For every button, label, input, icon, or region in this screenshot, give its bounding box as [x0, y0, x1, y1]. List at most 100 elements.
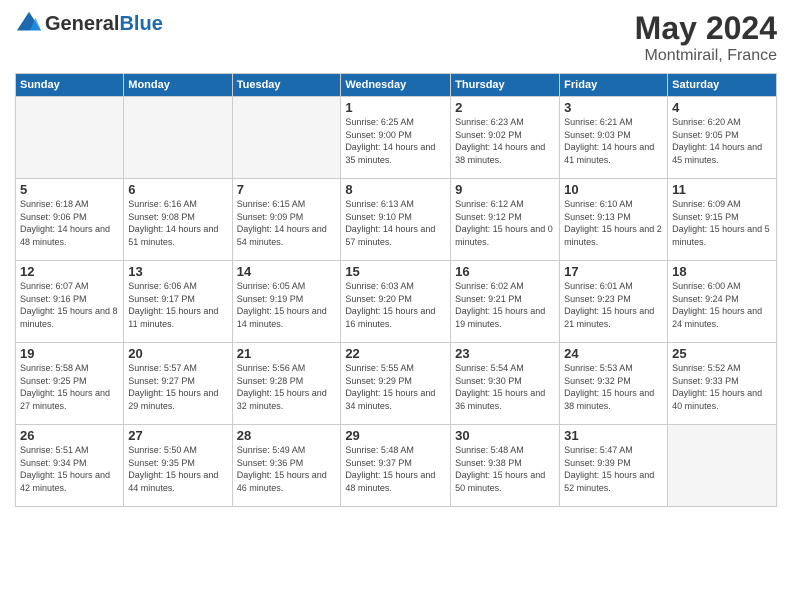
day-info: Sunrise: 6:05 AM Sunset: 9:19 PM Dayligh…: [237, 280, 337, 330]
day-info: Sunrise: 6:02 AM Sunset: 9:21 PM Dayligh…: [455, 280, 555, 330]
day-info: Sunrise: 6:03 AM Sunset: 9:20 PM Dayligh…: [345, 280, 446, 330]
day-number: 27: [128, 428, 227, 443]
calendar-cell: 16Sunrise: 6:02 AM Sunset: 9:21 PM Dayli…: [451, 261, 560, 343]
day-number: 20: [128, 346, 227, 361]
calendar-cell: 2Sunrise: 6:23 AM Sunset: 9:02 PM Daylig…: [451, 97, 560, 179]
logo-general: General: [45, 13, 119, 35]
day-info: Sunrise: 6:10 AM Sunset: 9:13 PM Dayligh…: [564, 198, 663, 248]
week-row-0: 1Sunrise: 6:25 AM Sunset: 9:00 PM Daylig…: [16, 97, 777, 179]
calendar-cell: 7Sunrise: 6:15 AM Sunset: 9:09 PM Daylig…: [232, 179, 341, 261]
calendar-cell: 14Sunrise: 6:05 AM Sunset: 9:19 PM Dayli…: [232, 261, 341, 343]
calendar-cell: 31Sunrise: 5:47 AM Sunset: 9:39 PM Dayli…: [560, 425, 668, 507]
calendar-cell: 4Sunrise: 6:20 AM Sunset: 9:05 PM Daylig…: [668, 97, 777, 179]
day-number: 23: [455, 346, 555, 361]
calendar-cell: 26Sunrise: 5:51 AM Sunset: 9:34 PM Dayli…: [16, 425, 124, 507]
calendar-cell: 10Sunrise: 6:10 AM Sunset: 9:13 PM Dayli…: [560, 179, 668, 261]
day-info: Sunrise: 6:16 AM Sunset: 9:08 PM Dayligh…: [128, 198, 227, 248]
calendar-cell: 3Sunrise: 6:21 AM Sunset: 9:03 PM Daylig…: [560, 97, 668, 179]
calendar-cell: 23Sunrise: 5:54 AM Sunset: 9:30 PM Dayli…: [451, 343, 560, 425]
day-info: Sunrise: 6:13 AM Sunset: 9:10 PM Dayligh…: [345, 198, 446, 248]
day-number: 4: [672, 100, 772, 115]
weekday-header-thursday: Thursday: [451, 74, 560, 97]
day-number: 8: [345, 182, 446, 197]
week-row-4: 26Sunrise: 5:51 AM Sunset: 9:34 PM Dayli…: [16, 425, 777, 507]
day-number: 30: [455, 428, 555, 443]
weekday-header-sunday: Sunday: [16, 74, 124, 97]
calendar-cell: 8Sunrise: 6:13 AM Sunset: 9:10 PM Daylig…: [341, 179, 451, 261]
weekday-header-wednesday: Wednesday: [341, 74, 451, 97]
day-number: 31: [564, 428, 663, 443]
day-info: Sunrise: 6:18 AM Sunset: 9:06 PM Dayligh…: [20, 198, 119, 248]
day-info: Sunrise: 5:51 AM Sunset: 9:34 PM Dayligh…: [20, 444, 119, 494]
calendar-cell: 30Sunrise: 5:48 AM Sunset: 9:38 PM Dayli…: [451, 425, 560, 507]
day-info: Sunrise: 5:47 AM Sunset: 9:39 PM Dayligh…: [564, 444, 663, 494]
day-number: 22: [345, 346, 446, 361]
calendar-cell: [124, 97, 232, 179]
calendar-cell: 12Sunrise: 6:07 AM Sunset: 9:16 PM Dayli…: [16, 261, 124, 343]
day-number: 28: [237, 428, 337, 443]
calendar-cell: 1Sunrise: 6:25 AM Sunset: 9:00 PM Daylig…: [341, 97, 451, 179]
day-info: Sunrise: 5:52 AM Sunset: 9:33 PM Dayligh…: [672, 362, 772, 412]
weekday-header-friday: Friday: [560, 74, 668, 97]
day-number: 10: [564, 182, 663, 197]
logo: GeneralBlue: [15, 10, 163, 38]
day-info: Sunrise: 6:06 AM Sunset: 9:17 PM Dayligh…: [128, 280, 227, 330]
calendar-cell: 9Sunrise: 6:12 AM Sunset: 9:12 PM Daylig…: [451, 179, 560, 261]
day-number: 17: [564, 264, 663, 279]
day-info: Sunrise: 6:25 AM Sunset: 9:00 PM Dayligh…: [345, 116, 446, 166]
day-number: 19: [20, 346, 119, 361]
calendar-cell: 27Sunrise: 5:50 AM Sunset: 9:35 PM Dayli…: [124, 425, 232, 507]
day-info: Sunrise: 6:23 AM Sunset: 9:02 PM Dayligh…: [455, 116, 555, 166]
calendar-cell: 20Sunrise: 5:57 AM Sunset: 9:27 PM Dayli…: [124, 343, 232, 425]
day-info: Sunrise: 6:01 AM Sunset: 9:23 PM Dayligh…: [564, 280, 663, 330]
day-number: 5: [20, 182, 119, 197]
header: GeneralBlue May 2024 Montmirail, France: [15, 10, 777, 65]
day-info: Sunrise: 5:57 AM Sunset: 9:27 PM Dayligh…: [128, 362, 227, 412]
week-row-2: 12Sunrise: 6:07 AM Sunset: 9:16 PM Dayli…: [16, 261, 777, 343]
day-number: 15: [345, 264, 446, 279]
day-number: 7: [237, 182, 337, 197]
calendar-cell: 18Sunrise: 6:00 AM Sunset: 9:24 PM Dayli…: [668, 261, 777, 343]
calendar-cell: 25Sunrise: 5:52 AM Sunset: 9:33 PM Dayli…: [668, 343, 777, 425]
title-block: May 2024 Montmirail, France: [635, 10, 777, 65]
calendar-cell: 17Sunrise: 6:01 AM Sunset: 9:23 PM Dayli…: [560, 261, 668, 343]
week-row-1: 5Sunrise: 6:18 AM Sunset: 9:06 PM Daylig…: [16, 179, 777, 261]
calendar-cell: 22Sunrise: 5:55 AM Sunset: 9:29 PM Dayli…: [341, 343, 451, 425]
day-info: Sunrise: 5:50 AM Sunset: 9:35 PM Dayligh…: [128, 444, 227, 494]
calendar-table: SundayMondayTuesdayWednesdayThursdayFrid…: [15, 73, 777, 507]
day-number: 1: [345, 100, 446, 115]
calendar-cell: 19Sunrise: 5:58 AM Sunset: 9:25 PM Dayli…: [16, 343, 124, 425]
logo-blue: Blue: [119, 13, 162, 35]
day-info: Sunrise: 6:09 AM Sunset: 9:15 PM Dayligh…: [672, 198, 772, 248]
calendar-cell: [668, 425, 777, 507]
calendar-cell: 5Sunrise: 6:18 AM Sunset: 9:06 PM Daylig…: [16, 179, 124, 261]
day-number: 9: [455, 182, 555, 197]
day-info: Sunrise: 6:12 AM Sunset: 9:12 PM Dayligh…: [455, 198, 555, 248]
week-row-3: 19Sunrise: 5:58 AM Sunset: 9:25 PM Dayli…: [16, 343, 777, 425]
weekday-header-monday: Monday: [124, 74, 232, 97]
logo-text: GeneralBlue: [45, 13, 163, 35]
day-info: Sunrise: 5:49 AM Sunset: 9:36 PM Dayligh…: [237, 444, 337, 494]
day-number: 18: [672, 264, 772, 279]
day-number: 2: [455, 100, 555, 115]
calendar-cell: 13Sunrise: 6:06 AM Sunset: 9:17 PM Dayli…: [124, 261, 232, 343]
page: GeneralBlue May 2024 Montmirail, France …: [0, 0, 792, 517]
calendar-cell: 6Sunrise: 6:16 AM Sunset: 9:08 PM Daylig…: [124, 179, 232, 261]
location-title: Montmirail, France: [635, 47, 777, 65]
month-title: May 2024: [635, 10, 777, 47]
day-info: Sunrise: 6:21 AM Sunset: 9:03 PM Dayligh…: [564, 116, 663, 166]
day-number: 24: [564, 346, 663, 361]
day-info: Sunrise: 5:48 AM Sunset: 9:37 PM Dayligh…: [345, 444, 446, 494]
calendar-cell: 21Sunrise: 5:56 AM Sunset: 9:28 PM Dayli…: [232, 343, 341, 425]
weekday-header-row: SundayMondayTuesdayWednesdayThursdayFrid…: [16, 74, 777, 97]
day-info: Sunrise: 6:20 AM Sunset: 9:05 PM Dayligh…: [672, 116, 772, 166]
day-info: Sunrise: 6:00 AM Sunset: 9:24 PM Dayligh…: [672, 280, 772, 330]
day-number: 13: [128, 264, 227, 279]
day-info: Sunrise: 6:07 AM Sunset: 9:16 PM Dayligh…: [20, 280, 119, 330]
day-info: Sunrise: 6:15 AM Sunset: 9:09 PM Dayligh…: [237, 198, 337, 248]
day-info: Sunrise: 5:58 AM Sunset: 9:25 PM Dayligh…: [20, 362, 119, 412]
day-info: Sunrise: 5:53 AM Sunset: 9:32 PM Dayligh…: [564, 362, 663, 412]
day-number: 11: [672, 182, 772, 197]
calendar-cell: [16, 97, 124, 179]
weekday-header-tuesday: Tuesday: [232, 74, 341, 97]
